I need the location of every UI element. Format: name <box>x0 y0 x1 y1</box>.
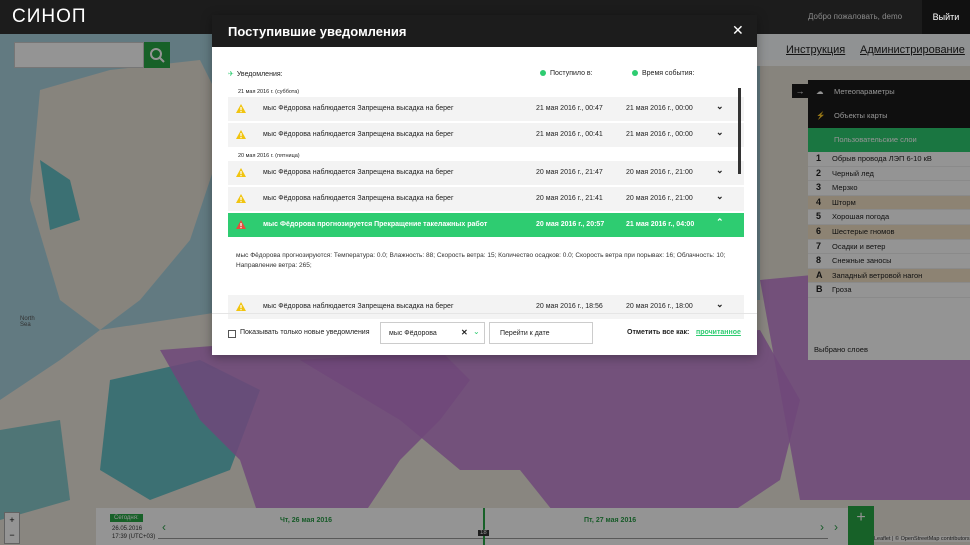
notification-detail: мыс Фёдорова прогнозируются: Температура… <box>228 239 744 295</box>
notification-message: мыс Фёдорова наблюдается Запрещена высад… <box>263 105 454 112</box>
notifications-modal: Поступившие уведомления ✕ ✈ Уведомления: … <box>212 15 757 355</box>
notification-event-time: 20 мая 2016 г., 21:00 <box>626 169 693 176</box>
notification-row[interactable]: мыс Фёдорова наблюдается Запрещена высад… <box>228 97 744 123</box>
chevron-down-icon[interactable]: ⌄ <box>716 165 724 176</box>
date-group-header: 20 мая 2016 г. (пятница) <box>238 153 300 159</box>
notification-received: 20 мая 2016 г., 21:41 <box>536 195 603 202</box>
notification-received: 21 мая 2016 г., 00:41 <box>536 131 603 138</box>
welcome-text: Добро пожаловать, demo <box>808 12 903 21</box>
app-logo[interactable]: СИНОП <box>12 6 87 28</box>
warning-icon <box>236 194 246 203</box>
warning-icon <box>236 168 246 177</box>
show-only-new-checkbox[interactable] <box>228 330 236 338</box>
notification-row[interactable]: мыс Фёдорова наблюдается Запрещена высад… <box>228 187 744 213</box>
col-event: Время события: <box>632 70 694 77</box>
date-group-header: 21 мая 2016 г. (суббота) <box>238 89 300 95</box>
notification-message: мыс Фёдорова прогнозируется Прекращение … <box>263 221 488 228</box>
warning-icon <box>236 220 246 229</box>
notification-row[interactable]: мыс Фёдорова прогнозируется Прекращение … <box>228 213 744 239</box>
notification-message: мыс Фёдорова наблюдается Запрещена высад… <box>263 169 454 176</box>
notification-received: 20 мая 2016 г., 21:47 <box>536 169 603 176</box>
list-scrollbar[interactable] <box>738 88 741 174</box>
mark-all-label: Отметить все как: <box>627 329 690 336</box>
close-icon[interactable]: ✕ <box>732 22 744 39</box>
notification-event-time: 21 мая 2016 г., 00:00 <box>626 131 693 138</box>
col-notifications: ✈ Уведомления: <box>228 71 283 78</box>
bell-icon: ✈ <box>228 71 234 78</box>
modal-footer: Показывать только новые уведомления мыс … <box>212 313 757 356</box>
notification-row[interactable]: мыс Фёдорова наблюдается Запрещена высад… <box>228 161 744 187</box>
warning-icon <box>236 302 246 311</box>
warning-icon <box>236 130 246 139</box>
show-only-new-label: Показывать только новые уведомления <box>240 329 370 336</box>
chevron-down-icon[interactable]: ⌄ <box>473 327 480 336</box>
goto-date-input[interactable]: Перейти к дате <box>489 322 593 344</box>
chevron-down-icon[interactable]: ⌄ <box>716 191 724 202</box>
notifications-list[interactable]: 21 мая 2016 г. (суббота) мыс Фёдорова на… <box>228 85 744 321</box>
notification-event-time: 21 мая 2016 г., 04:00 <box>626 221 695 228</box>
chevron-down-icon[interactable]: ⌄ <box>716 127 724 138</box>
chevron-up-icon[interactable]: ⌃ <box>716 217 724 228</box>
clock-icon <box>632 70 638 76</box>
notification-received: 21 мая 2016 г., 00:47 <box>536 105 603 112</box>
warning-icon <box>236 104 246 113</box>
notification-row[interactable]: мыс Фёдорова наблюдается Запрещена высад… <box>228 123 744 149</box>
notification-received: 20 мая 2016 г., 18:56 <box>536 303 603 310</box>
location-filter-select[interactable]: мыс Фёдорова ✕ ⌄ <box>380 322 485 344</box>
logout-button[interactable]: Выйти <box>922 0 970 34</box>
chevron-down-icon[interactable]: ⌄ <box>716 101 724 112</box>
clear-icon[interactable]: ✕ <box>461 328 468 337</box>
chevron-down-icon[interactable]: ⌄ <box>716 299 724 310</box>
notification-message: мыс Фёдорова наблюдается Запрещена высад… <box>263 195 454 202</box>
notification-message: мыс Фёдорова наблюдается Запрещена высад… <box>263 131 454 138</box>
notification-event-time: 20 мая 2016 г., 18:00 <box>626 303 693 310</box>
col-received: Поступило в: <box>540 70 593 77</box>
mark-read-link[interactable]: прочитанное <box>696 329 741 336</box>
notification-event-time: 20 мая 2016 г., 21:00 <box>626 195 693 202</box>
notification-received: 20 мая 2016 г., 20:57 <box>536 221 605 228</box>
notification-message: мыс Фёдорова наблюдается Запрещена высад… <box>263 303 454 310</box>
notification-event-time: 21 мая 2016 г., 00:00 <box>626 105 693 112</box>
modal-header: Поступившие уведомления ✕ <box>212 15 757 47</box>
clock-icon <box>540 70 546 76</box>
modal-title: Поступившие уведомления <box>228 24 407 39</box>
